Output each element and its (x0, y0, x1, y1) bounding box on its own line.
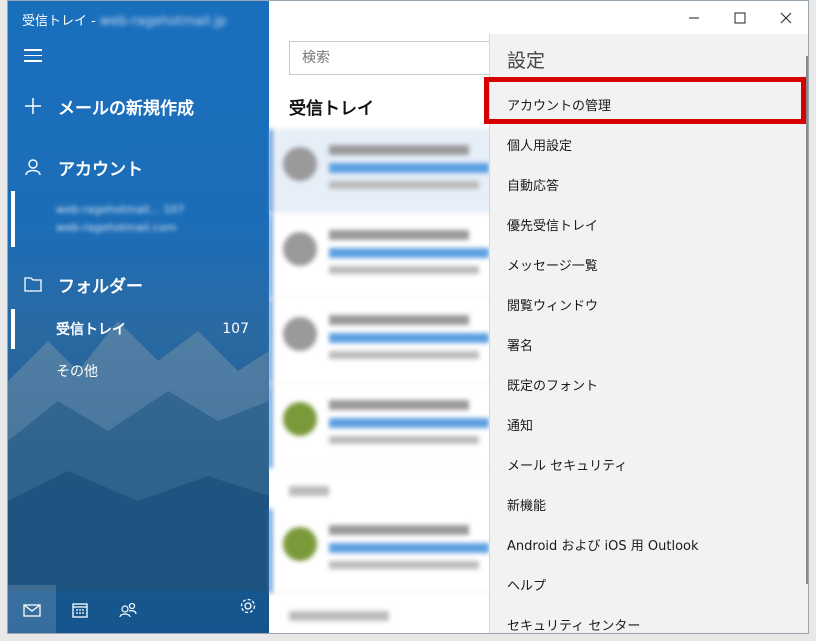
settings-item-personalization[interactable]: 個人用設定 (507, 135, 572, 154)
window-title: 受信トレイ - web-ragehotmail.jp (22, 10, 226, 29)
folder-other[interactable]: その他 (8, 351, 269, 391)
group-header (289, 611, 389, 621)
account-email: web-ragehotmail... 107 (56, 203, 185, 216)
settings-item-default-font[interactable]: 既定のフォント (507, 375, 598, 394)
maximize-icon[interactable] (718, 7, 762, 29)
close-icon[interactable] (764, 7, 808, 29)
unread-count: 107 (222, 321, 249, 337)
settings-gear-icon[interactable] (239, 597, 257, 619)
selection-indicator (11, 191, 15, 247)
calendar-icon[interactable] (56, 585, 104, 633)
settings-scrollbar[interactable] (806, 56, 808, 584)
accounts-button[interactable]: アカウント (8, 152, 269, 182)
folder-name: その他 (56, 364, 98, 380)
settings-item-notifications[interactable]: 通知 (507, 415, 533, 434)
list-item[interactable] (269, 509, 499, 593)
settings-item-automatic-replies[interactable]: 自動応答 (507, 175, 559, 194)
settings-item-reading-pane[interactable]: 閲覧ウィンドウ (507, 295, 598, 314)
hamburger-menu-icon[interactable] (24, 49, 42, 63)
new-mail-label: メールの新規作成 (58, 98, 194, 119)
list-title: 受信トレイ (289, 99, 374, 119)
search-input[interactable]: 検索 (289, 41, 509, 75)
group-header (289, 486, 329, 496)
settings-item-signature[interactable]: 署名 (507, 335, 533, 354)
people-icon[interactable] (104, 585, 152, 633)
navigation-pane: 受信トレイ - web-ragehotmail.jp メールの新規作成 アカウン… (8, 1, 269, 633)
plus-icon (8, 97, 58, 115)
folders-label: フォルダー (58, 276, 143, 297)
settings-item-email-security[interactable]: メール セキュリティ (507, 455, 627, 474)
annotation-highlight-box (484, 77, 806, 124)
folders-button[interactable]: フォルダー (8, 269, 269, 299)
account-entry[interactable]: web-ragehotmail... 107 web-ragehotmail.c… (8, 191, 269, 247)
settings-title: 設定 (507, 50, 546, 72)
folder-inbox[interactable]: 受信トレイ 107 (8, 309, 269, 349)
selection-indicator (11, 309, 15, 349)
list-item[interactable] (269, 384, 499, 468)
list-item[interactable] (269, 299, 499, 383)
settings-item-outlook-mobile[interactable]: Android および iOS 用 Outlook (507, 535, 699, 554)
minimize-icon[interactable] (672, 7, 716, 29)
person-icon (8, 158, 58, 176)
folder-icon (8, 276, 58, 292)
window-title-text: 受信トレイ - (22, 14, 100, 29)
account-address: web-ragehotmail.com (56, 221, 177, 234)
folder-name: 受信トレイ (56, 322, 126, 338)
settings-pane: 設定 アカウントの管理 個人用設定 自動応答 優先受信トレイ メッセージ一覧 閲… (489, 34, 808, 633)
settings-item-help[interactable]: ヘルプ (507, 575, 546, 594)
mail-icon[interactable] (8, 585, 56, 633)
list-item[interactable] (269, 129, 499, 213)
list-item[interactable] (269, 214, 499, 298)
window-title-account: web-ragehotmail.jp (99, 14, 227, 29)
settings-item-trust-center[interactable]: セキュリティ センター (507, 615, 640, 633)
settings-item-whats-new[interactable]: 新機能 (507, 495, 546, 514)
settings-item-focused-inbox[interactable]: 優先受信トレイ (507, 215, 598, 234)
new-mail-button[interactable]: メールの新規作成 (8, 91, 269, 121)
settings-item-message-list[interactable]: メッセージ一覧 (507, 255, 598, 274)
bottom-app-bar (8, 585, 269, 633)
accounts-label: アカウント (58, 159, 143, 180)
